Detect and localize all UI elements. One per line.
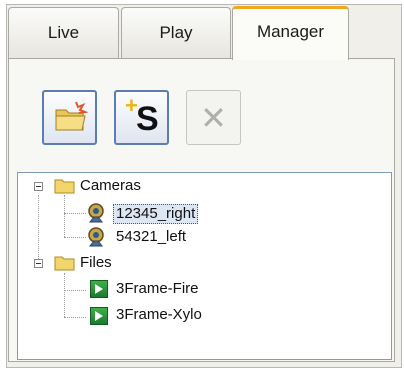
tab-manager[interactable]: Manager bbox=[232, 6, 349, 60]
tab-play[interactable]: Play bbox=[121, 7, 231, 58]
tab-manager-label: Manager bbox=[256, 22, 325, 41]
file-arrow-icon bbox=[90, 307, 108, 325]
folder-icon bbox=[54, 256, 75, 271]
tree-item-file-3frame-xylo[interactable]: 3Frame-Xylo bbox=[116, 306, 202, 324]
tree-connector bbox=[38, 195, 39, 267]
camera-icon bbox=[88, 203, 104, 223]
camera-icon bbox=[88, 227, 104, 247]
open-folder-button[interactable] bbox=[42, 90, 97, 145]
tree-item-camera-54321-left[interactable]: 54321_left bbox=[116, 228, 186, 246]
device-tree[interactable]: Cameras 12345_right 54321_left Files 3Fr… bbox=[17, 172, 392, 360]
tree-connector bbox=[64, 237, 86, 238]
tree-connector bbox=[64, 273, 65, 317]
tree-item-file-3frame-fire[interactable]: 3Frame-Fire bbox=[116, 280, 199, 298]
tab-live-label: Live bbox=[47, 23, 80, 42]
tree-node-cameras[interactable]: Cameras bbox=[80, 177, 141, 195]
tree-connector bbox=[64, 213, 86, 214]
tab-play-label: Play bbox=[159, 23, 193, 42]
collapse-files-toggle[interactable] bbox=[34, 259, 43, 268]
file-arrow-icon bbox=[90, 280, 108, 298]
tree-node-files[interactable]: Files bbox=[80, 254, 112, 272]
folder-icon bbox=[54, 179, 75, 194]
add-server-button[interactable]: + S bbox=[114, 90, 169, 145]
tree-connector bbox=[64, 317, 86, 318]
folder-open-icon bbox=[55, 101, 88, 130]
collapse-cameras-toggle[interactable] bbox=[34, 182, 43, 191]
tree-connector bbox=[64, 290, 86, 291]
close-icon: ✕ bbox=[200, 99, 227, 136]
tree-connector bbox=[64, 195, 65, 237]
tree-item-camera-12345-right[interactable]: 12345_right bbox=[113, 204, 199, 224]
tab-live[interactable]: Live bbox=[8, 7, 119, 58]
delete-button[interactable]: ✕ bbox=[186, 90, 241, 145]
add-server-icon: S bbox=[136, 100, 159, 138]
